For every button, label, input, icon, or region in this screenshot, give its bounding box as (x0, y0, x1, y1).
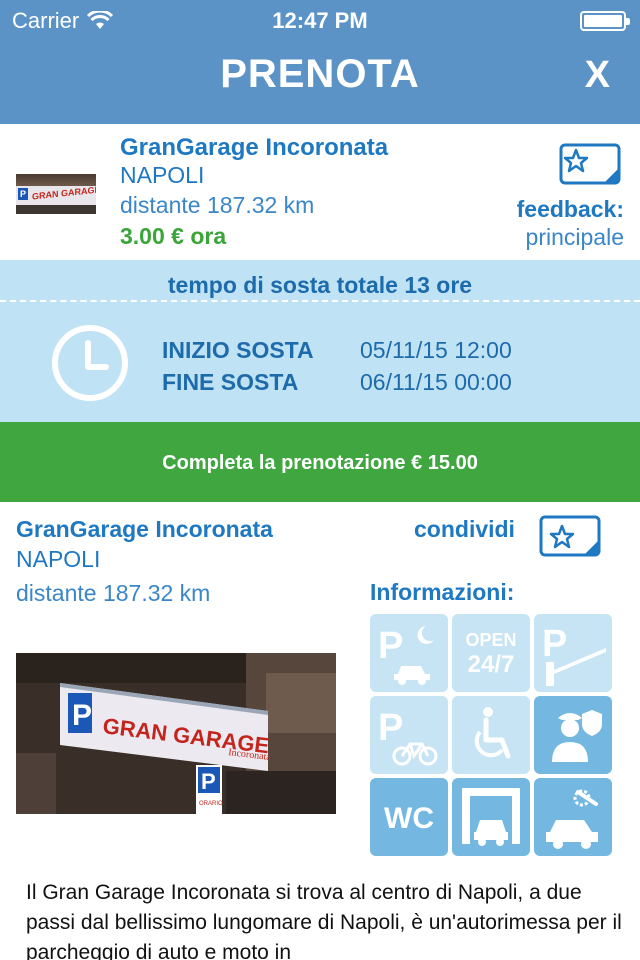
status-bar: Carrier 12:47 PM (0, 0, 640, 40)
battery-icon (580, 11, 630, 31)
service-night-parking: P (370, 614, 448, 692)
navigation-bar: Carrier 12:47 PM PRENOTA X (0, 0, 640, 124)
share-star-icon[interactable] (538, 514, 604, 560)
page-title: PRENOTA (220, 52, 420, 96)
garage-name: GranGarage Incoronata (120, 134, 389, 161)
garage-photo: P GRAN GARAGE Incoronata P ORARIO (16, 653, 336, 814)
garage-distance: distante 187.32 km (120, 192, 315, 218)
wc-icon: WC (384, 802, 434, 835)
feedback-star-icon[interactable] (558, 142, 624, 188)
svg-text:P: P (542, 623, 567, 665)
service-open-24-7: OPEN 24/7 (452, 614, 530, 692)
dashed-divider (0, 300, 640, 302)
service-car-wash (452, 778, 530, 856)
service-wc: WC (370, 778, 448, 856)
feedback-label: feedback: (516, 196, 624, 222)
garage-thumbnail: P GRAN GARAGE (16, 174, 96, 214)
garage-city: NAPOLI (120, 162, 205, 188)
clock-icon (52, 325, 128, 401)
service-barrier-parking: P (534, 614, 612, 692)
garage-price: 3.00 € ora (120, 223, 227, 249)
services-grid: P OPEN 24/7 P P WC (370, 614, 616, 856)
end-value[interactable]: 06/11/15 00:00 (360, 369, 512, 396)
details-garage-city: NAPOLI (16, 546, 101, 572)
details-garage-name: GranGarage Incoronata (16, 516, 273, 542)
open-24-7-icon: OPEN 24/7 (465, 630, 516, 678)
barrier-parking-icon: P (542, 623, 606, 686)
service-accessible (452, 696, 530, 774)
end-label: FINE SOSTA (162, 369, 299, 395)
svg-text:P: P (378, 625, 403, 667)
status-time: 12:47 PM (272, 8, 368, 33)
svg-text:WC: WC (384, 802, 434, 835)
close-button[interactable]: X (585, 54, 610, 97)
svg-text:P: P (72, 699, 92, 732)
service-custodian (534, 696, 612, 774)
service-car-assistance (534, 778, 612, 856)
service-bike-parking: P (370, 696, 448, 774)
parking-time-panel: tempo di sosta totale 13 ore INIZIO SOST… (0, 260, 640, 422)
details-garage-distance: distante 187.32 km (16, 580, 211, 606)
custodian-icon (552, 710, 602, 762)
svg-text:P: P (378, 707, 403, 749)
wheelchair-icon (474, 707, 511, 759)
complete-booking-button[interactable]: Completa la prenotazione € 15.00 (0, 422, 640, 502)
car-service-icon (546, 789, 598, 849)
start-value[interactable]: 05/11/15 12:00 (360, 337, 512, 364)
car-wash-icon (462, 788, 520, 846)
photo-sign-orario: ORARIO (199, 801, 223, 807)
bike-parking-icon: P (378, 707, 438, 766)
start-label: INIZIO SOSTA (162, 337, 314, 363)
info-title: Informazioni: (370, 579, 515, 605)
garage-description: Il Gran Garage Incoronata si trova al ce… (26, 881, 622, 960)
svg-text:24/7: 24/7 (468, 651, 515, 678)
svg-text:OPEN: OPEN (465, 630, 516, 650)
svg-text:P: P (201, 769, 216, 794)
garage-summary: P GRAN GARAGE GranGarage Incoronata NAPOL… (0, 124, 640, 260)
total-parking-time: tempo di sosta totale 13 ore (167, 272, 473, 298)
share-label[interactable]: condividi (414, 516, 515, 543)
feedback-value: principale (525, 224, 624, 250)
night-parking-icon: P (378, 625, 434, 685)
